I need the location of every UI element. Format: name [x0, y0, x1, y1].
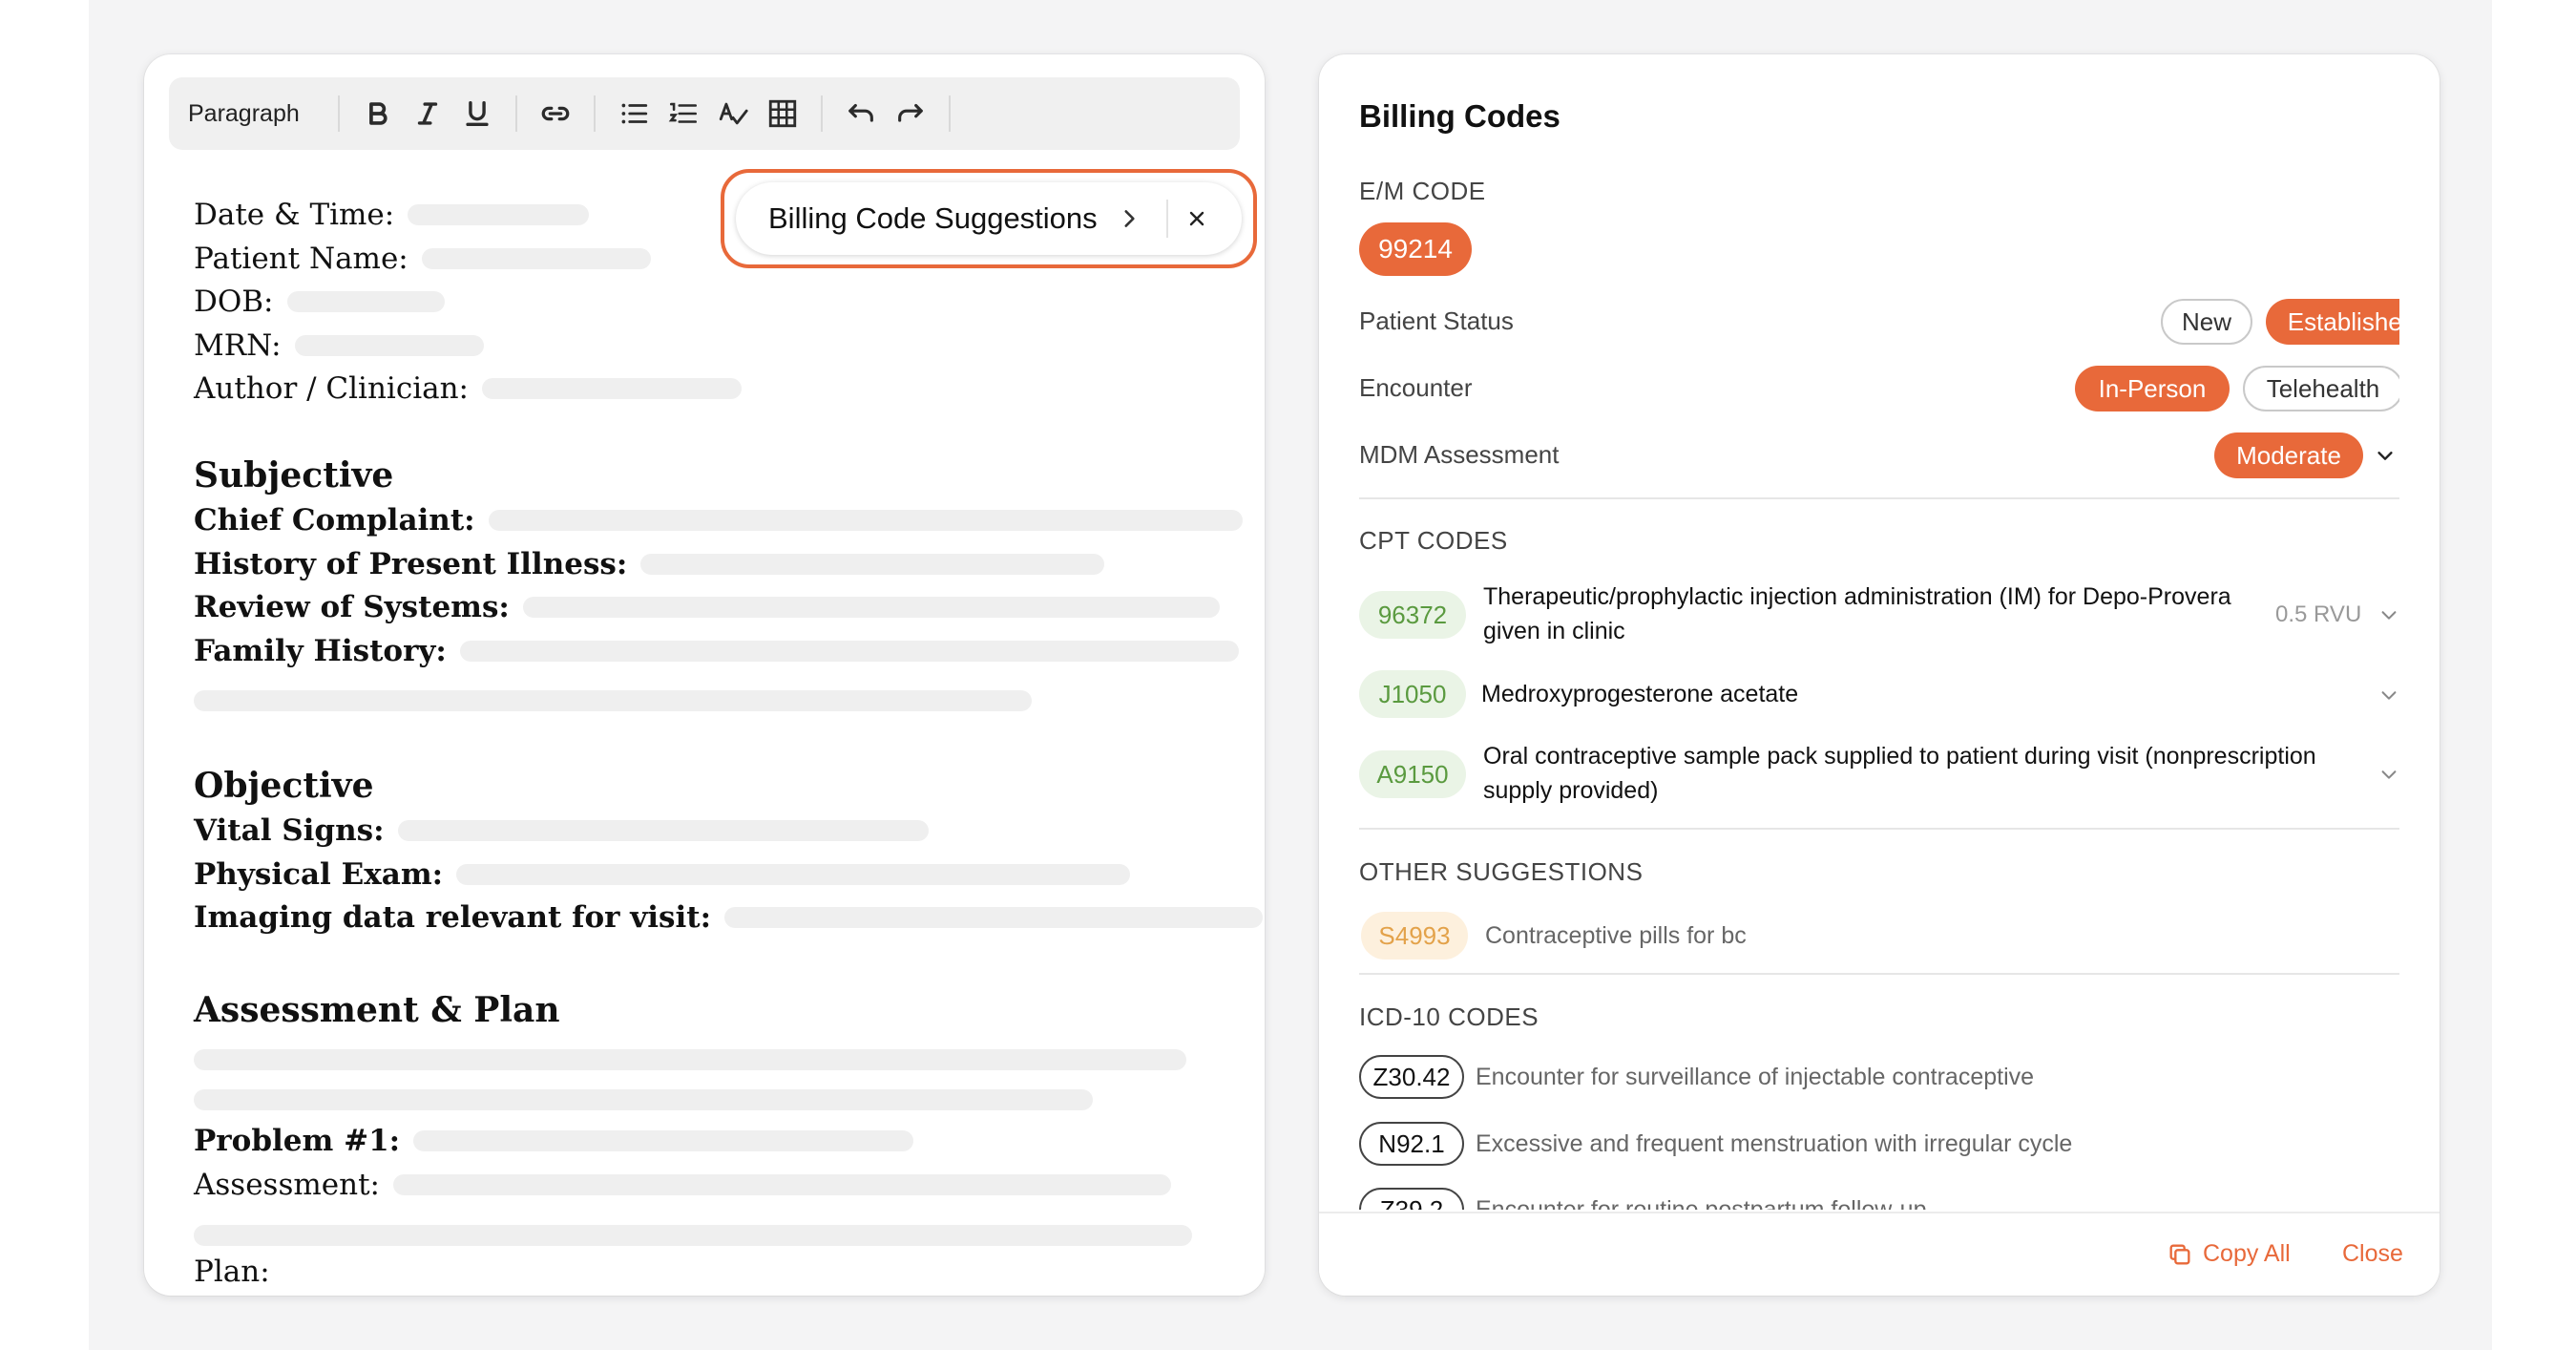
- bullet-list-icon[interactable]: [609, 89, 659, 138]
- toolbar-divider: [593, 95, 596, 132]
- field-assessment: Assessment:: [194, 1168, 1171, 1202]
- note-editor-card: Paragraph Billing Code Suggestions Date …: [144, 54, 1265, 1296]
- chevron-down-icon[interactable]: [2378, 685, 2399, 706]
- section-heading-subjective: Subjective: [194, 455, 394, 496]
- field-problem: Problem #1:: [194, 1124, 914, 1158]
- patient-status-label: Patient Status: [1359, 306, 1514, 335]
- toolbar-divider: [337, 95, 340, 132]
- patient-status-new[interactable]: New: [2161, 299, 2252, 345]
- text-placeholder: [194, 1225, 1192, 1246]
- icd10-code-description: Excessive and frequent menstruation with…: [1476, 1130, 2073, 1157]
- chevron-down-icon[interactable]: [2375, 445, 2396, 466]
- billing-suggestions-button[interactable]: Billing Code Suggestions: [736, 182, 1242, 255]
- section-divider: [1359, 973, 2399, 975]
- toolbar-divider: [820, 95, 823, 132]
- patient-status-established[interactable]: Established: [2266, 299, 2399, 345]
- encounter-telehealth[interactable]: Telehealth: [2243, 366, 2399, 411]
- copy-all-label: Copy All: [2203, 1240, 2291, 1267]
- field-author: Author / Clinician:: [194, 371, 743, 406]
- section-divider: [1359, 828, 2399, 830]
- panel-title: Billing Codes: [1359, 98, 1560, 134]
- other-code-chip: S4993: [1361, 912, 1468, 960]
- cpt-code-description: Therapeutic/prophylactic injection admin…: [1483, 583, 2231, 644]
- copy-all-button[interactable]: Copy All: [2167, 1240, 2291, 1268]
- field-imaging: Imaging data relevant for visit:: [194, 900, 1264, 935]
- section-divider: [1359, 497, 2399, 499]
- field-vitals: Vital Signs:: [194, 813, 929, 848]
- billing-suggestions-label: Billing Code Suggestions: [768, 201, 1098, 235]
- icd10-code-chip: Z30.42: [1359, 1055, 1464, 1099]
- bold-icon[interactable]: [353, 89, 403, 138]
- copy-icon: [2169, 1244, 2190, 1264]
- billing-scroll-area[interactable]: Billing Codes E/M CODE 99214 Patient Sta…: [1359, 54, 2399, 1210]
- rvu-value: 0.5 RVU: [2275, 601, 2362, 627]
- toolbar-divider: [514, 95, 517, 132]
- field-ros: Review of Systems:: [194, 590, 1220, 624]
- text-placeholder: [194, 1049, 1186, 1070]
- spellcheck-icon[interactable]: [708, 89, 758, 138]
- paragraph-style-select[interactable]: Paragraph: [188, 100, 300, 128]
- close-button[interactable]: Close: [2342, 1240, 2403, 1268]
- section-heading-objective: Objective: [194, 766, 374, 806]
- field-patient-name: Patient Name:: [194, 242, 651, 276]
- billing-codes-panel: Billing Codes E/M CODE 99214 Patient Sta…: [1319, 54, 2440, 1296]
- field-mrn: MRN:: [194, 328, 484, 363]
- text-placeholder: [194, 690, 1032, 711]
- field-chief-complaint: Chief Complaint:: [194, 503, 1243, 538]
- panel-footer: Copy All Close: [1319, 1212, 2440, 1296]
- encounter-in-person[interactable]: In-Person: [2075, 366, 2230, 411]
- field-plan: Plan:: [194, 1255, 270, 1289]
- chevron-down-icon[interactable]: [2378, 604, 2399, 625]
- field-physical-exam: Physical Exam:: [194, 857, 1131, 892]
- cpt-code-description: Medroxyprogesterone acetate: [1481, 681, 1799, 707]
- editor-toolbar: Paragraph: [169, 77, 1240, 150]
- toolbar-divider: [948, 95, 951, 132]
- field-family-history: Family History:: [194, 634, 1239, 668]
- field-hpi: History of Present Illness:: [194, 547, 1105, 581]
- section-heading-assessment-plan: Assessment & Plan: [194, 990, 560, 1030]
- em-code-label: E/M CODE: [1359, 177, 1486, 205]
- undo-icon[interactable]: [836, 89, 886, 138]
- icd10-code-description: Encounter for surveillance of injectable…: [1476, 1064, 2035, 1090]
- cpt-code-chip: A9150: [1359, 750, 1466, 798]
- italic-icon[interactable]: [403, 89, 452, 138]
- cpt-code-description: Oral contraceptive sample pack supplied …: [1483, 743, 2316, 804]
- cpt-codes-label: CPT CODES: [1359, 526, 1508, 555]
- chevron-down-icon[interactable]: [2378, 764, 2399, 785]
- mdm-label: MDM Assessment: [1359, 440, 1560, 469]
- chevron-right-icon: [1124, 210, 1135, 227]
- icd10-code-chip: Z39.2: [1359, 1188, 1464, 1210]
- encounter-label: Encounter: [1359, 373, 1473, 402]
- icd10-code-description: Encounter for routine postpartum follow-…: [1476, 1196, 1927, 1210]
- text-placeholder: [194, 1089, 1093, 1110]
- em-code-badge: 99214: [1359, 222, 1472, 276]
- other-code-description: Contraceptive pills for bc: [1485, 922, 1747, 949]
- cpt-code-chip: 96372: [1359, 591, 1466, 639]
- icd10-codes-label: ICD-10 CODES: [1359, 1002, 1539, 1031]
- link-icon[interactable]: [531, 89, 580, 138]
- numbered-list-icon[interactable]: [659, 89, 708, 138]
- mdm-value[interactable]: Moderate: [2214, 432, 2363, 478]
- underline-icon[interactable]: [452, 89, 502, 138]
- field-datetime: Date & Time:: [194, 198, 590, 232]
- redo-icon[interactable]: [886, 89, 935, 138]
- cpt-code-chip: J1050: [1359, 670, 1466, 718]
- close-icon[interactable]: [1168, 190, 1225, 247]
- field-dob: DOB:: [194, 285, 445, 319]
- other-suggestions-label: OTHER SUGGESTIONS: [1359, 857, 1644, 886]
- icd10-code-chip: N92.1: [1359, 1122, 1464, 1166]
- table-icon[interactable]: [758, 89, 807, 138]
